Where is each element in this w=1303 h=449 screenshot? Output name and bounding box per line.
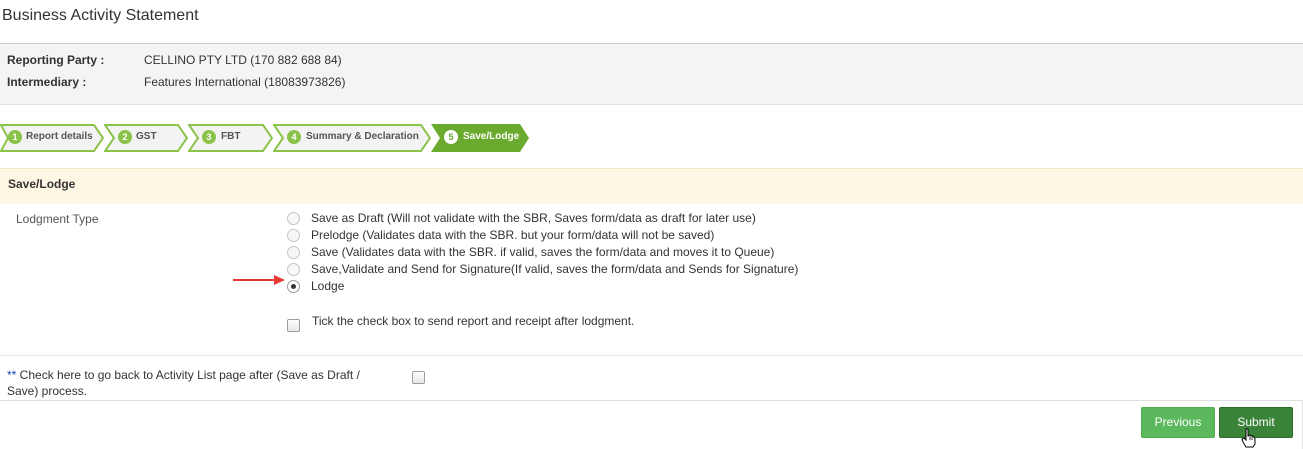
- step-number: 4: [287, 130, 301, 144]
- previous-button[interactable]: Previous: [1141, 407, 1215, 438]
- divider: [0, 355, 1303, 356]
- back-to-activity-list-checkbox[interactable]: [412, 371, 425, 384]
- hand-cursor-icon: [1241, 428, 1256, 448]
- intermediary-value: Features International (18083973826): [144, 75, 346, 89]
- send-receipt-checkbox[interactable]: [287, 319, 300, 332]
- radio-button[interactable]: [287, 263, 300, 276]
- intermediary-label: Intermediary :: [7, 75, 87, 89]
- send-receipt-label: Tick the check box to send report and re…: [312, 314, 635, 328]
- option-save[interactable]: Save (Validates data with the SBR. if va…: [287, 245, 927, 262]
- step-label: Summary & Declaration: [306, 131, 419, 142]
- radio-button[interactable]: [287, 212, 300, 225]
- step-save-lodge[interactable]: 5 Save/Lodge: [431, 124, 530, 152]
- step-label: Save/Lodge: [463, 131, 520, 142]
- step-gst[interactable]: 2 GST: [104, 124, 188, 152]
- step-label: Report details: [26, 131, 93, 142]
- step-fbt[interactable]: 3 FBT: [188, 124, 273, 152]
- option-label: Lodge: [311, 279, 345, 293]
- step-label: FBT: [221, 131, 241, 142]
- option-label: Save (Validates data with the SBR. if va…: [311, 245, 775, 259]
- option-save-validate-send[interactable]: Save,Validate and Send for Signature(If …: [287, 262, 927, 279]
- button-bar: [0, 400, 1303, 449]
- required-stars: **: [7, 368, 17, 382]
- option-prelodge[interactable]: Prelodge (Validates data with the SBR. b…: [287, 228, 927, 245]
- option-save-as-draft[interactable]: Save as Draft (Will not validate with th…: [287, 211, 927, 228]
- step-number: 2: [118, 130, 132, 144]
- radio-button[interactable]: [287, 246, 300, 259]
- option-lodge[interactable]: Lodge: [287, 279, 927, 296]
- reporting-party-value: CELLINO PTY LTD (170 882 688 84): [144, 53, 342, 67]
- step-report-details[interactable]: 1 Report details: [0, 124, 104, 152]
- radio-button-selected[interactable]: [287, 280, 300, 293]
- step-number: 5: [444, 130, 458, 144]
- step-summary-declaration[interactable]: 4 Summary & Declaration: [273, 124, 431, 152]
- step-number: 3: [202, 130, 216, 144]
- page-title: Business Activity Statement: [2, 7, 199, 24]
- step-number: 1: [8, 130, 22, 144]
- party-info-panel: Reporting Party : CELLINO PTY LTD (170 8…: [0, 44, 1303, 105]
- back-to-activity-list-note: ** Check here to go back to Activity Lis…: [7, 367, 392, 399]
- option-label: Save as Draft (Will not validate with th…: [311, 211, 756, 225]
- option-label: Save,Validate and Send for Signature(If …: [311, 262, 799, 276]
- reporting-party-label: Reporting Party :: [7, 53, 105, 67]
- section-title: Save/Lodge: [8, 177, 76, 191]
- step-label: GST: [136, 131, 157, 142]
- lodgment-type-label: Lodgment Type: [16, 212, 99, 226]
- wizard-steps: 1 Report details 2 GST 3 FBT 4 Summary &…: [0, 124, 560, 152]
- option-label: Prelodge (Validates data with the SBR. b…: [311, 228, 715, 242]
- back-to-activity-list-label: Check here to go back to Activity List p…: [7, 368, 360, 398]
- radio-button[interactable]: [287, 229, 300, 242]
- section-header: Save/Lodge: [0, 168, 1303, 204]
- red-arrow-icon: [233, 275, 285, 285]
